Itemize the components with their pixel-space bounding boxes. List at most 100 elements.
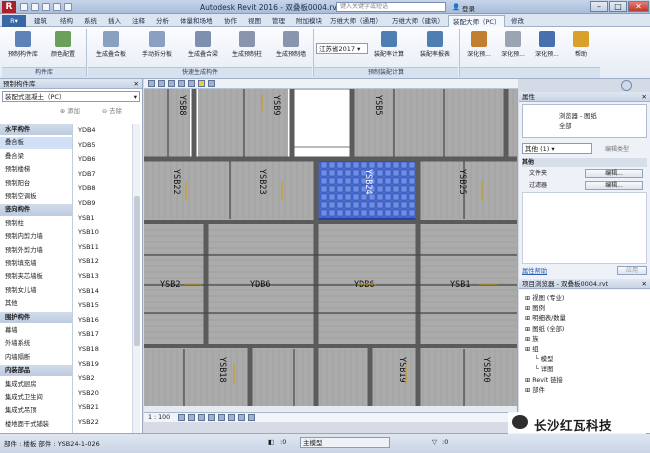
generate-slab-button[interactable]: 生成叠合板 xyxy=(92,30,130,66)
visual-style-icon[interactable] xyxy=(188,414,195,421)
tab-insert[interactable]: 插入 xyxy=(104,15,125,27)
assembly-rate-calc-button[interactable]: 装配率计算 xyxy=(370,30,408,66)
generate-column-button[interactable]: 生成预制柱 xyxy=(228,30,266,66)
generate-wall-button[interactable]: 生成预制墙 xyxy=(272,30,310,66)
tab-wanwei-general[interactable]: 万维大师（通用） xyxy=(326,15,386,27)
close-button[interactable]: ✕ xyxy=(628,1,649,12)
tab-manage[interactable]: 管理 xyxy=(268,15,289,27)
deepen-3-button[interactable]: 深化预... xyxy=(530,30,564,66)
item-list-scrollbar[interactable] xyxy=(132,124,140,433)
undo-icon[interactable] xyxy=(42,3,50,11)
dimension-icon[interactable] xyxy=(168,80,175,87)
user-icon[interactable]: 👤 xyxy=(452,3,460,11)
color-config-button[interactable]: 颜色配置 xyxy=(44,30,82,66)
tab-wanwei-architecture[interactable]: 万维大师（建筑） xyxy=(388,15,448,27)
tab-collaborate[interactable]: 协作 xyxy=(220,15,241,27)
component-item[interactable]: YSB22 xyxy=(78,416,128,428)
browser-node[interactable]: ⊞ Revit 链接 xyxy=(525,376,563,385)
align-icon[interactable] xyxy=(158,80,165,87)
generate-beam-button[interactable]: 生成叠合梁 xyxy=(184,30,222,66)
assembly-rate-report-button[interactable]: 装配率报表 xyxy=(416,30,454,66)
revit-logo-icon[interactable]: R xyxy=(2,1,16,13)
browser-node[interactable]: ⊞ 部件 xyxy=(525,386,545,395)
browser-node[interactable]: ⊞ 视图 (专业) xyxy=(525,294,564,303)
temporary-hide-icon[interactable] xyxy=(238,414,245,421)
tab-modify[interactable]: 修改 xyxy=(507,15,528,27)
maximize-button[interactable]: □ xyxy=(609,1,627,12)
shadows-icon[interactable] xyxy=(208,414,215,421)
edit-type-button[interactable]: 编辑类型 xyxy=(605,144,629,153)
type-selector[interactable]: 浏览器 - 图纸 全部 xyxy=(522,104,647,138)
section-icon[interactable] xyxy=(188,80,195,87)
redo-icon[interactable] xyxy=(53,3,61,11)
close-icon[interactable]: ✕ xyxy=(642,92,647,102)
component-item[interactable]: YSB13 xyxy=(78,270,128,282)
detail-level-icon[interactable] xyxy=(178,414,185,421)
component-item[interactable]: YDB6 xyxy=(78,153,128,165)
tab-architecture[interactable]: 建筑 xyxy=(30,15,51,27)
scrollbar-thumb[interactable] xyxy=(134,196,140,346)
tab-view[interactable]: 视图 xyxy=(244,15,265,27)
browser-node[interactable]: └ 详图 xyxy=(535,365,553,374)
browser-node[interactable]: ⊞ 明细表/数量 xyxy=(525,314,566,323)
material-type-select[interactable]: 装配式混凝土（PC） ▾ xyxy=(2,91,140,102)
browser-node[interactable]: ⊞ 族 xyxy=(525,335,539,344)
component-item[interactable]: YSB2 xyxy=(78,372,128,384)
remove-button[interactable]: ⊖ 去除 xyxy=(102,106,122,115)
print-icon[interactable] xyxy=(64,3,72,11)
sun-path-icon[interactable] xyxy=(198,414,205,421)
component-item[interactable]: YSB10 xyxy=(78,226,128,238)
annotation-a-icon[interactable] xyxy=(148,80,155,87)
design-option-select[interactable]: 主模型 xyxy=(300,437,390,448)
deepen-2-button[interactable]: 深化预... xyxy=(496,30,530,66)
open-icon[interactable] xyxy=(20,3,28,11)
province-select[interactable]: 江苏省2017 ▾ xyxy=(316,43,368,54)
filter-icon[interactable]: ▽ xyxy=(432,438,437,446)
application-menu-button[interactable]: R▾ xyxy=(2,15,26,27)
slab[interactable] xyxy=(418,161,518,219)
floor-plan[interactable]: YSB8 YSB9 YSB5 YSB22 YSB23 YSB24 YSB25 YSB2 YDB6… xyxy=(144,89,518,412)
component-item[interactable]: YDB9 xyxy=(78,197,128,209)
minimize-button[interactable]: – xyxy=(590,1,608,12)
slab[interactable] xyxy=(144,349,518,412)
text-icon[interactable] xyxy=(178,80,185,87)
save-icon[interactable] xyxy=(31,3,39,11)
component-item[interactable]: YSB15 xyxy=(78,299,128,311)
tab-systems[interactable]: 系统 xyxy=(80,15,101,27)
component-item[interactable]: YSB1 xyxy=(78,212,128,224)
show-crop-icon[interactable] xyxy=(228,414,235,421)
component-item[interactable]: YSB19 xyxy=(78,358,128,370)
close-icon[interactable]: ✕ xyxy=(134,79,139,89)
component-item[interactable]: YDB8 xyxy=(78,182,128,194)
instance-filter-select[interactable]: 其他 (1) ▾ xyxy=(522,143,592,154)
tab-annotate[interactable]: 注释 xyxy=(128,15,149,27)
worksets-icon[interactable]: ◧ xyxy=(268,438,274,446)
tab-structure[interactable]: 结构 xyxy=(56,15,77,27)
component-library-button[interactable]: 预制构件库 xyxy=(4,30,42,66)
tab-analyze[interactable]: 分析 xyxy=(152,15,173,27)
slab[interactable] xyxy=(508,89,518,157)
component-item[interactable]: YSB16 xyxy=(78,314,128,326)
filter-edit-button[interactable]: 编辑... xyxy=(585,181,643,190)
split-slab-button[interactable]: 手动拆分板 xyxy=(138,30,176,66)
component-item[interactable]: YDB7 xyxy=(78,168,128,180)
tab-addins[interactable]: 附加模块 xyxy=(292,15,326,27)
component-item[interactable]: YSB14 xyxy=(78,285,128,297)
component-item[interactable]: YSB18 xyxy=(78,343,128,355)
help-button[interactable]: 帮助 xyxy=(566,30,596,66)
drawing-canvas[interactable]: YSB8 YSB9 YSB5 YSB22 YSB23 YSB24 YSB25 YSB2 YDB6… xyxy=(144,89,518,412)
close-hidden-icon[interactable] xyxy=(208,80,215,87)
view-cube-icon[interactable] xyxy=(621,80,632,91)
browser-node[interactable]: ⊞ 图例 xyxy=(525,304,545,313)
deepen-1-button[interactable]: 深化预... xyxy=(462,30,496,66)
component-item[interactable]: YSB11 xyxy=(78,241,128,253)
login-link[interactable]: 登录 xyxy=(462,3,475,13)
tab-assembly-master[interactable]: 装配大师（PC） xyxy=(448,15,506,27)
component-item[interactable]: YDB5 xyxy=(78,139,128,151)
add-button[interactable]: ⊕ 添加 xyxy=(60,106,80,115)
component-item[interactable]: YSB12 xyxy=(78,255,128,267)
folder-edit-button[interactable]: 编辑... xyxy=(585,169,643,178)
apply-button[interactable]: 应用 xyxy=(617,266,647,275)
component-item[interactable]: YDB4 xyxy=(78,124,128,136)
component-item[interactable]: YSB17 xyxy=(78,328,128,340)
